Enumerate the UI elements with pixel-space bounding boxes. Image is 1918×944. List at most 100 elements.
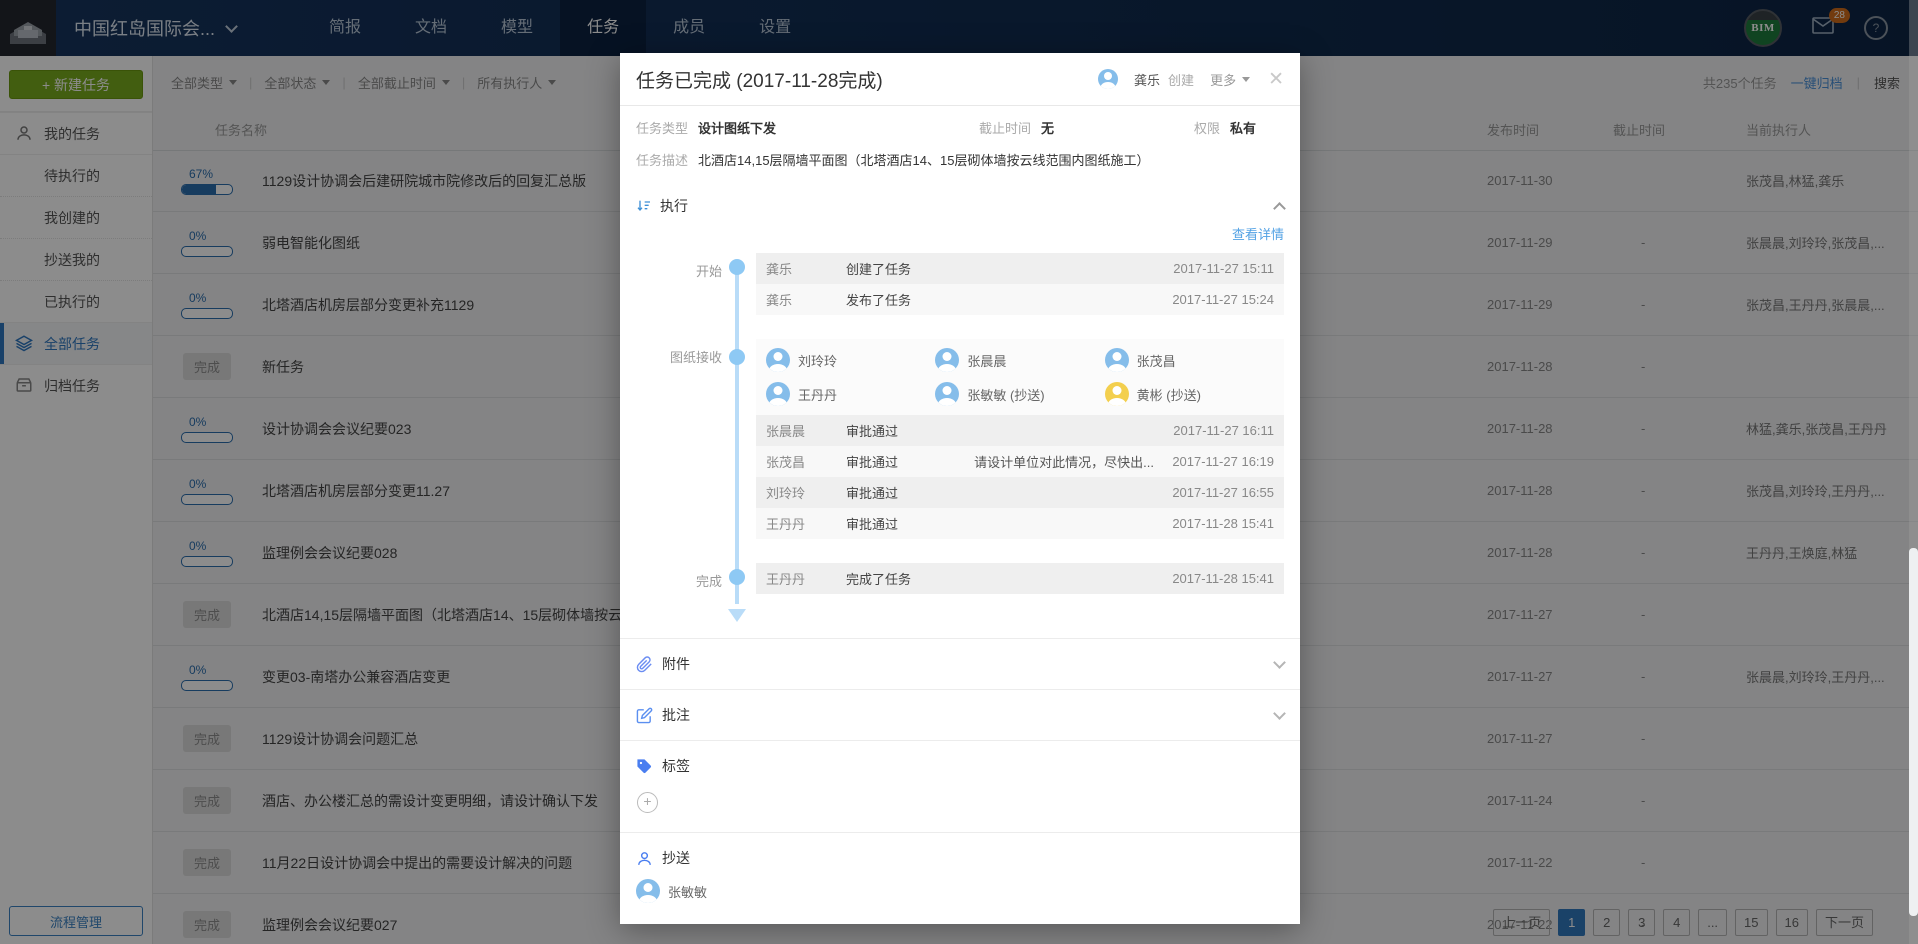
permission-label: 权限 [1194,118,1220,137]
stage-label: 图纸接收 [636,339,722,539]
event-user: 刘玲玲 [766,483,846,502]
permission-value: 私有 [1230,118,1256,137]
event-user: 王丹丹 [766,569,846,588]
task-type-value: 设计图纸下发 [698,118,776,137]
receiver: 张敏敏 (抄送) [935,382,1104,406]
event-action: 完成了任务 [846,569,1156,588]
event-action: 审批通过 [846,514,1156,533]
creator-name: 龚乐 [1134,70,1160,89]
cc-title: 抄送 [662,848,690,868]
tags-title: 标签 [662,756,690,776]
avatar [766,382,790,406]
event-user: 龚乐 [766,290,846,309]
tags-section: 标签 + [620,740,1300,832]
avatar [636,879,660,903]
execution-title: 执行 [660,196,688,216]
receiver-name: 张茂昌 [1137,351,1176,370]
edit-pen-icon [636,707,653,724]
event-action: 审批通过 [846,452,974,471]
execution-flow-icon [636,198,652,214]
timeline-dot [729,259,745,275]
event-time: 2017-11-27 16:19 [1156,454,1274,469]
timeline-event: 龚乐 创建了任务 2017-11-27 15:11 [756,253,1284,284]
cc-user-name: 张敏敏 [668,882,707,901]
receiver-name: 黄彬 (抄送) [1137,385,1201,404]
stage-label: 开始 [636,253,722,315]
view-detail-link[interactable]: 查看详情 [636,224,1284,243]
chevron-up-icon[interactable] [1273,202,1286,215]
receiver: 刘玲玲 [766,348,935,372]
event-user: 王丹丹 [766,514,846,533]
chevron-down-icon[interactable] [1273,707,1286,720]
timeline-event: 王丹丹 完成了任务 2017-11-28 15:41 [756,563,1284,594]
event-user: 张茂昌 [766,452,846,471]
page-scrollbar[interactable] [1909,0,1918,944]
event-action: 发布了任务 [846,290,1156,309]
scrollbar-thumb[interactable] [1909,548,1918,916]
event-action: 审批通过 [846,421,1156,440]
cc-section: 抄送 张敏敏 [620,832,1300,918]
receiver-name: 王丹丹 [798,385,837,404]
receiver: 王丹丹 [766,382,935,406]
timeline-stage-complete: 完成 王丹丹 完成了任务 2017-11-28 15:41 [636,563,1284,594]
avatar [1105,382,1129,406]
receiver-list: 刘玲玲 张晨晨 张茂昌 [756,339,1284,415]
timeline-event: 张晨晨 审批通过 2017-11-27 16:11 [756,415,1284,446]
description-value: 北酒店14,15层隔墙平面图（北塔酒店14、15层砌体墙按云线范围内图纸施工） [698,150,1149,169]
avatar [766,348,790,372]
timeline-arrow-icon [728,609,746,622]
chevron-down-icon[interactable] [1273,656,1286,669]
task-detail-modal: 任务已完成 (2017-11-28完成) 龚乐 创建 更多 ✕ 任务类型设计图纸… [620,53,1300,924]
modal-title: 任务已完成 (2017-11-28完成) [636,66,883,93]
modal-header: 任务已完成 (2017-11-28完成) 龚乐 创建 更多 ✕ [620,53,1300,106]
receiver: 张茂昌 [1105,348,1274,372]
cc-header: 抄送 [636,848,1284,868]
event-user: 龚乐 [766,259,846,278]
avatar [1105,348,1129,372]
event-time: 2017-11-27 16:11 [1156,423,1274,438]
timeline-dot [729,569,745,585]
annotations-header[interactable]: 批注 [636,705,1284,725]
chevron-down-icon [1242,77,1250,82]
event-action: 创建了任务 [846,259,1156,278]
receiver-name: 张敏敏 (抄送) [967,385,1044,404]
deadline-value: 无 [1041,118,1054,137]
more-button[interactable]: 更多 [1210,70,1250,89]
annotations-title: 批注 [662,705,690,725]
add-tag-button[interactable]: + [637,792,658,813]
stage-label: 完成 [636,563,722,594]
receiver-name: 刘玲玲 [798,351,837,370]
cc-user: 张敏敏 [636,879,1284,903]
attachments-header[interactable]: 附件 [636,654,1284,674]
execution-timeline: 开始 龚乐 创建了任务 2017-11-27 15:11 [636,253,1284,638]
timeline-stage-reception: 图纸接收 刘玲玲 张 [636,339,1284,539]
event-time: 2017-11-28 15:41 [1156,516,1274,531]
timeline-event: 龚乐 发布了任务 2017-11-27 15:24 [756,284,1284,315]
timeline-stage-start: 开始 龚乐 创建了任务 2017-11-27 15:11 [636,253,1284,315]
tag-icon [636,758,653,775]
creator-info: 龚乐 创建 [1098,69,1194,89]
event-time: 2017-11-27 16:55 [1156,485,1274,500]
tags-header: 标签 [636,756,1284,776]
receiver-name: 张晨晨 [967,351,1006,370]
event-time: 2017-11-28 15:41 [1156,571,1274,586]
execution-section: 执行 查看详情 开始 龚乐 创建了任务 [620,184,1300,638]
event-time: 2017-11-27 15:11 [1156,261,1274,276]
deadline-label: 截止时间 [979,118,1031,137]
creator-role-label: 创建 [1168,70,1194,89]
timeline-event: 张茂昌 审批通过 请设计单位对此情况，尽快出... 2017-11-27 16:… [756,446,1284,477]
execution-header[interactable]: 执行 [636,196,1284,216]
attachments-title: 附件 [662,654,690,674]
event-user: 张晨晨 [766,421,846,440]
timeline-event: 王丹丹 审批通过 2017-11-28 15:41 [756,508,1284,539]
annotations-section: 批注 [620,689,1300,740]
description-label: 任务描述 [636,150,688,169]
attachments-section: 附件 [620,638,1300,689]
event-comment: 请设计单位对此情况，尽快出... [974,452,1154,471]
avatar [935,382,959,406]
close-icon[interactable]: ✕ [1268,70,1284,89]
task-info: 任务类型设计图纸下发 截止时间无 权限私有 任务描述 北酒店14,15层隔墙平面… [620,106,1300,184]
receiver: 张晨晨 [935,348,1104,372]
event-action: 审批通过 [846,483,1156,502]
person-icon [636,850,653,867]
